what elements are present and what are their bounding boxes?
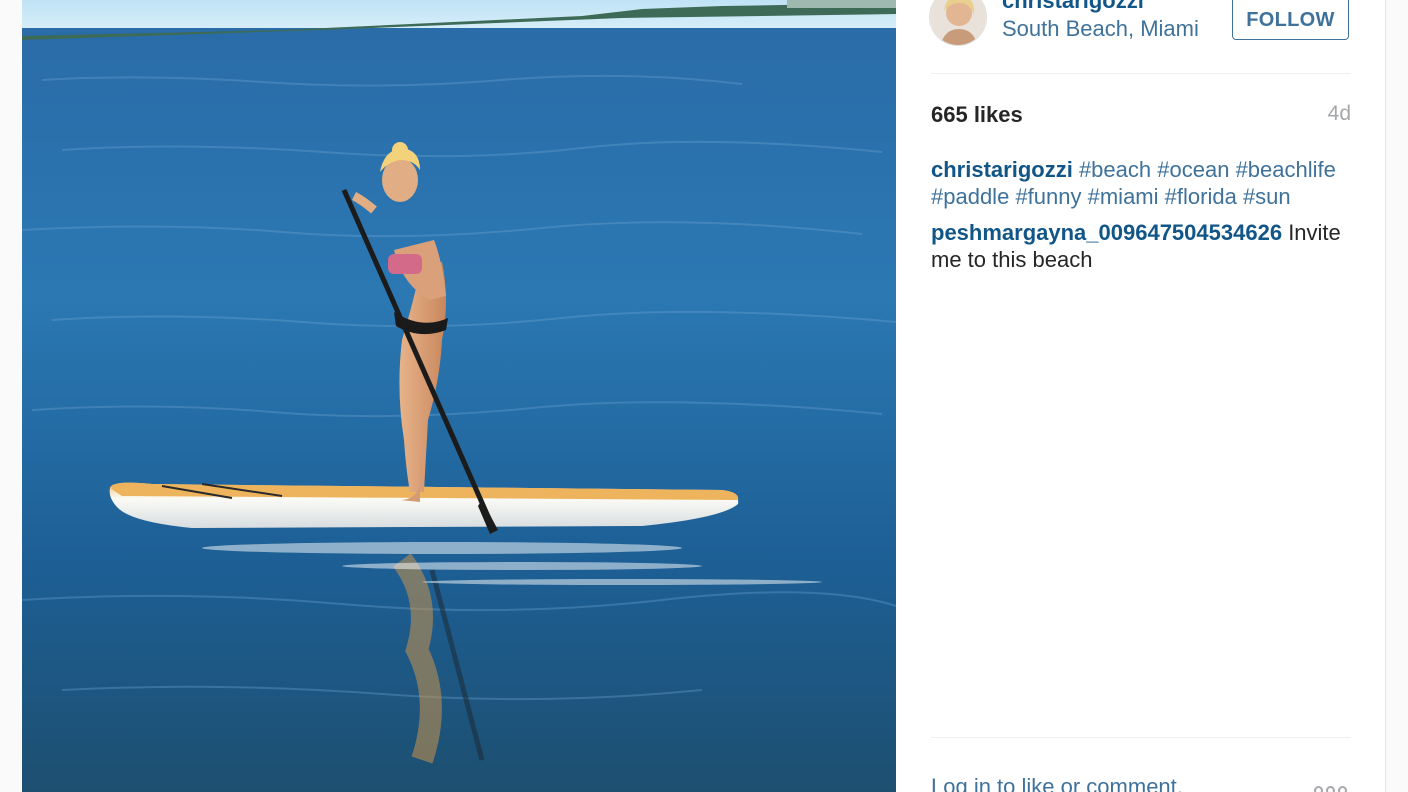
likes-count[interactable]: 665 likes bbox=[931, 102, 1023, 128]
hashtag[interactable]: #funny bbox=[1015, 184, 1081, 209]
post-photo[interactable] bbox=[22, 0, 896, 792]
hashtag[interactable]: #sun bbox=[1243, 184, 1291, 209]
follow-button[interactable]: FOLLOW bbox=[1232, 0, 1349, 40]
comment-item: peshmargayna_009647504534626 Invite me t… bbox=[931, 219, 1351, 273]
avatar-image bbox=[930, 0, 986, 45]
post-footer: Log in to like or comment. bbox=[931, 737, 1351, 792]
paddleboard-photo bbox=[22, 0, 896, 792]
comment-username[interactable]: peshmargayna_009647504534626 bbox=[931, 220, 1282, 245]
hashtag[interactable]: #florida bbox=[1165, 184, 1237, 209]
hashtag[interactable]: #beachlife bbox=[1236, 157, 1336, 182]
hashtag[interactable]: #ocean bbox=[1157, 157, 1229, 182]
login-to-comment-link[interactable]: Log in to like or comment. bbox=[931, 774, 1183, 792]
post-location[interactable]: South Beach, Miami bbox=[1002, 16, 1199, 42]
post-card: christarigozzi South Beach, Miami FOLLOW… bbox=[22, 0, 1386, 792]
hashtag[interactable]: #beach bbox=[1079, 157, 1151, 182]
hashtag[interactable]: #paddle bbox=[931, 184, 1009, 209]
post-sidebar: christarigozzi South Beach, Miami FOLLOW… bbox=[929, 0, 1351, 792]
more-options-icon[interactable] bbox=[1311, 782, 1351, 792]
comment-username[interactable]: christarigozzi bbox=[931, 157, 1073, 182]
comment-list: christarigozzi #beach #ocean #beachlife … bbox=[931, 156, 1351, 282]
hashtag[interactable]: #miami bbox=[1088, 184, 1159, 209]
post-username[interactable]: christarigozzi bbox=[1002, 0, 1144, 14]
post-age[interactable]: 4d bbox=[1328, 102, 1351, 126]
avatar[interactable] bbox=[929, 0, 987, 46]
comment-item: christarigozzi #beach #ocean #beachlife … bbox=[931, 156, 1351, 210]
post-header: christarigozzi South Beach, Miami FOLLOW bbox=[929, 0, 1351, 74]
